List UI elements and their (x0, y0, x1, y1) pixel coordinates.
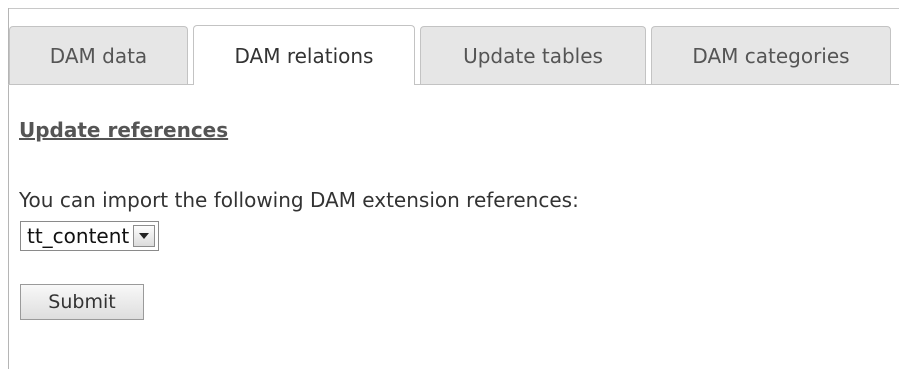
tab-label: DAM relations (234, 43, 374, 68)
tab-label: DAM data (49, 44, 148, 68)
dropdown-button[interactable] (133, 225, 156, 247)
tab-label: Update tables (463, 44, 603, 68)
tab-dam-relations[interactable]: DAM relations (193, 25, 415, 85)
tab-dam-data[interactable]: DAM data (9, 26, 188, 85)
update-references-link[interactable]: Update references (19, 118, 228, 142)
import-description: You can import the following DAM extensi… (19, 188, 579, 212)
dam-module-panel: DAM data DAM relations Update tables DAM… (0, 0, 899, 369)
tab-baseline (8, 84, 899, 85)
submit-button[interactable]: Submit (20, 284, 144, 320)
tab-bar: DAM data DAM relations Update tables DAM… (9, 25, 896, 85)
section-header: Update references (19, 118, 228, 142)
references-select-value: tt_content (27, 224, 130, 248)
references-select[interactable]: tt_content (20, 221, 160, 251)
chevron-down-icon (139, 233, 150, 239)
tab-dam-categories[interactable]: DAM categories (651, 26, 891, 85)
tab-label: DAM categories (692, 44, 850, 68)
tab-update-tables[interactable]: Update tables (420, 26, 646, 85)
top-divider (8, 8, 899, 9)
